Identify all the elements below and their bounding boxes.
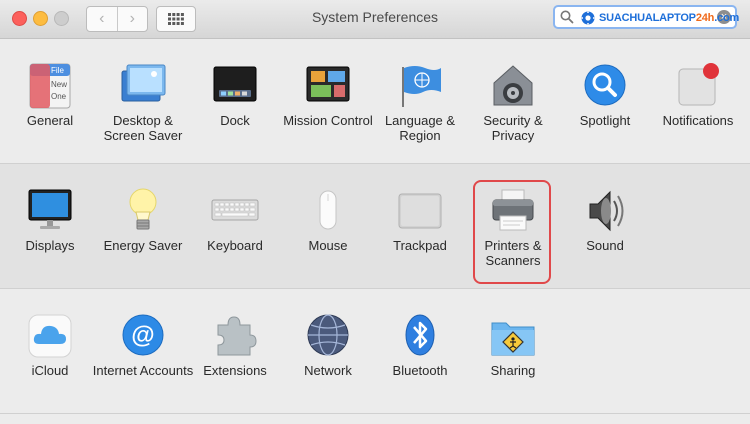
pane-label: Language & Region <box>384 113 456 143</box>
svg-text:One: One <box>51 92 67 101</box>
pane-general[interactable]: File New One General <box>4 39 96 163</box>
pane-label: Trackpad <box>393 238 447 253</box>
pane-language-region[interactable]: Language & Region <box>374 39 466 163</box>
pane-notifications[interactable]: Notifications <box>652 39 744 163</box>
dock-icon <box>213 66 257 102</box>
watermark-logo: SUACHUALAPTOP24h.com <box>580 10 739 26</box>
pane-mission-control[interactable]: Mission Control <box>282 39 374 163</box>
system-preferences-window: ‹ › System Preferences × SUACHUALAPTOP24… <box>0 0 750 424</box>
pane-label: Dock <box>220 113 250 128</box>
pane-icloud[interactable]: iCloud <box>4 289 96 413</box>
pane-keyboard[interactable]: Keyboard <box>189 164 281 288</box>
pane-network[interactable]: Network <box>282 289 374 413</box>
pane-label: Sound <box>586 238 624 253</box>
trackpad-icon <box>398 193 442 229</box>
bluetooth-icon <box>405 314 435 356</box>
pane-extensions[interactable]: Extensions <box>189 289 281 413</box>
pane-label: Extensions <box>203 363 267 378</box>
pane-internet-accounts[interactable]: @ Internet Accounts <box>93 289 193 413</box>
svg-text:File: File <box>51 66 64 75</box>
pane-label: Spotlight <box>579 113 631 128</box>
pane-label: Mouse <box>308 238 348 253</box>
printers-scanners-highlight <box>473 180 551 284</box>
spotlight-icon <box>584 64 626 106</box>
pane-label: Desktop & Screen Saver <box>103 113 183 143</box>
general-icon: File New One <box>29 63 71 109</box>
sharing-icon <box>491 322 535 356</box>
pane-sharing[interactable]: Sharing <box>467 289 559 413</box>
keyboard-icon <box>211 199 259 221</box>
notifications-icon <box>678 63 719 106</box>
desktop-screensaver-icon <box>121 64 166 102</box>
pane-label: Mission Control <box>283 113 373 128</box>
pane-label: Bluetooth <box>392 363 448 378</box>
pane-label: Internet Accounts <box>92 363 194 378</box>
network-icon <box>307 314 349 356</box>
pane-security-privacy[interactable]: Security & Privacy <box>467 39 559 163</box>
pane-sound[interactable]: Sound <box>559 164 651 288</box>
pane-label: iCloud <box>31 363 69 378</box>
security-privacy-icon <box>493 65 533 106</box>
internet-wireless-section: iCloud @ Internet Accounts Extensions Ne… <box>0 289 750 414</box>
pane-desktop-screensaver[interactable]: Desktop & Screen Saver <box>97 39 189 163</box>
mission-control-icon <box>306 66 350 102</box>
watermark-text: SUACHUALAPTOP24h.com <box>599 12 740 24</box>
pane-bluetooth[interactable]: Bluetooth <box>374 289 466 413</box>
pane-energy-saver[interactable]: Energy Saver <box>97 164 189 288</box>
energy-saver-icon <box>129 188 157 230</box>
pane-trackpad[interactable]: Trackpad <box>374 164 466 288</box>
svg-text:New: New <box>51 80 67 89</box>
title-bar: ‹ › System Preferences × SUACHUALAPTOP24… <box>0 0 750 39</box>
pane-label: Keyboard <box>207 238 263 253</box>
language-region-icon <box>402 66 441 107</box>
svg-text:@: @ <box>131 322 154 349</box>
mouse-icon <box>319 190 337 230</box>
pane-dock[interactable]: Dock <box>189 39 281 163</box>
pane-label: General <box>26 113 74 128</box>
pane-label: Notifications <box>662 113 734 128</box>
pane-label: Sharing <box>490 363 536 378</box>
sound-icon <box>589 190 624 232</box>
pane-label: Security & Privacy <box>483 113 543 143</box>
pane-label: Displays <box>25 238 75 253</box>
personal-section: File New One General Desktop & Screen Sa… <box>0 39 750 164</box>
search-icon <box>560 10 574 24</box>
pane-displays[interactable]: Displays <box>4 164 96 288</box>
gear-logo-icon <box>581 11 595 25</box>
internet-accounts-icon: @ <box>122 314 164 356</box>
pane-mouse[interactable]: Mouse <box>282 164 374 288</box>
pane-label: Energy Saver <box>103 238 183 253</box>
pane-label: Network <box>304 363 352 378</box>
hardware-section: Displays Energy Saver Keyboard Mouse Tra… <box>0 164 750 289</box>
extensions-icon <box>217 316 257 356</box>
icloud-icon <box>28 314 72 358</box>
displays-icon <box>28 189 72 229</box>
pane-spotlight[interactable]: Spotlight <box>559 39 651 163</box>
